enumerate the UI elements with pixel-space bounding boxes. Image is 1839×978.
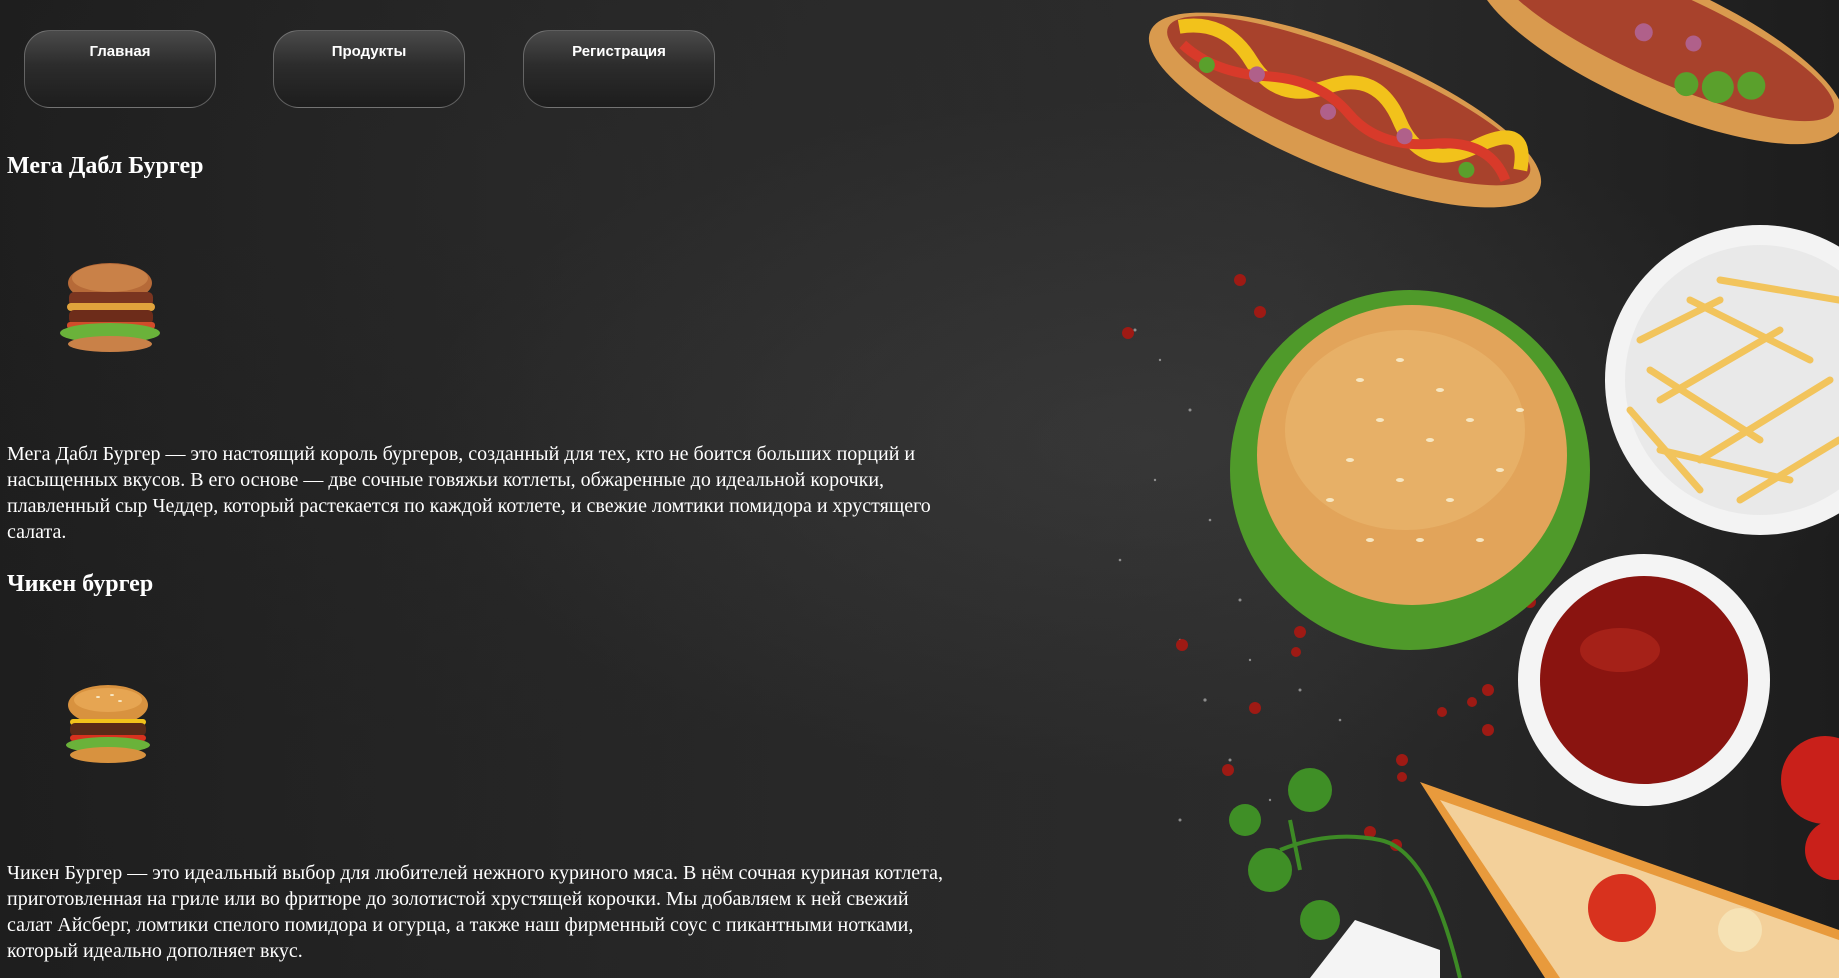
- chicken-burger-image: [66, 685, 150, 763]
- nav-button-products[interactable]: Продукты: [273, 30, 465, 108]
- product-description: Мега Дабл Бургер — это настоящий король …: [7, 443, 931, 543]
- product-description: Чикен Бургер — это идеальный выбор для л…: [7, 862, 944, 962]
- double-burger-image: [60, 263, 160, 352]
- nav-button-home[interactable]: Главная: [24, 30, 216, 108]
- product-title: Мега Дабл Бургер: [7, 153, 204, 179]
- nav-button-registration[interactable]: Регистрация: [523, 30, 715, 108]
- product-title: Чикен бургер: [7, 571, 154, 597]
